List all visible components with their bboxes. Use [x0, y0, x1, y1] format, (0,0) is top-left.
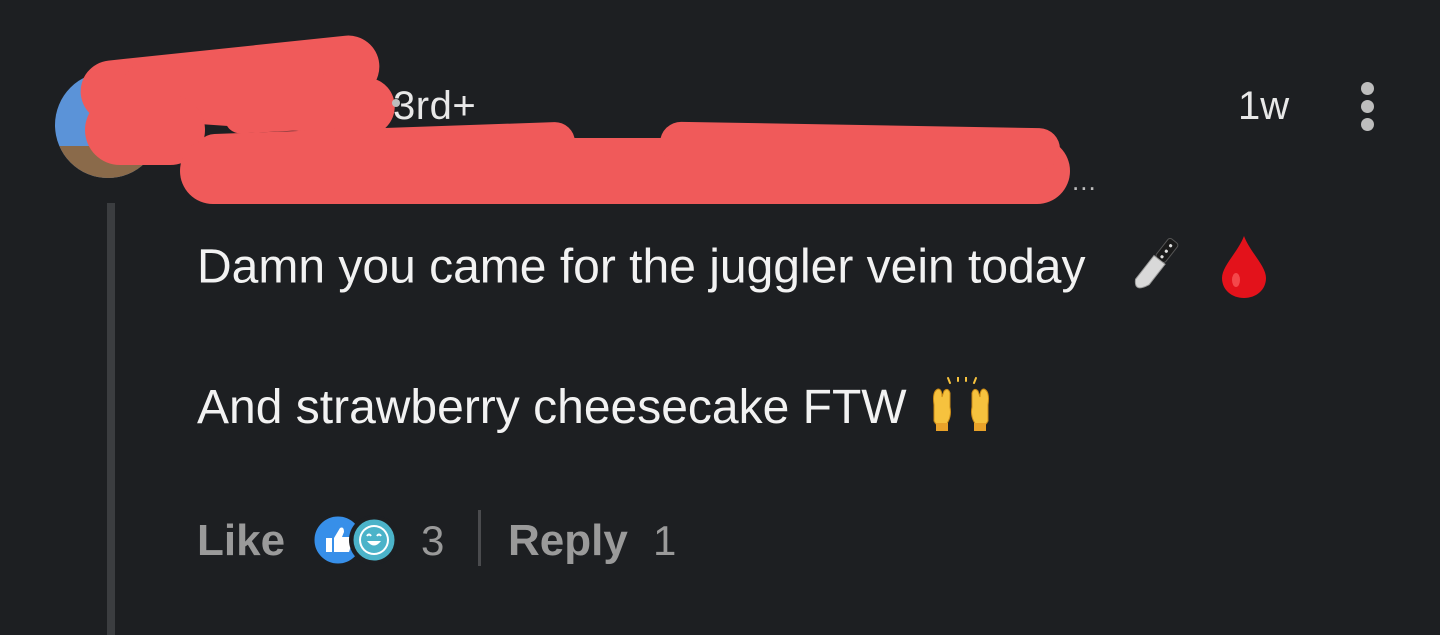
reply-button[interactable]: Reply — [508, 516, 628, 566]
comment-text: And strawberry cheesecake FTW — [197, 381, 907, 434]
like-button[interactable]: Like — [197, 516, 285, 566]
reply-count[interactable]: 1 — [653, 517, 676, 565]
more-dot-icon — [1361, 82, 1374, 95]
thread-line — [107, 203, 115, 635]
more-dot-icon — [1361, 118, 1374, 131]
comment-text-line-1: Damn you came for the juggler vein today — [197, 236, 1268, 302]
more-dot-icon — [1361, 100, 1374, 113]
reaction-count[interactable]: 3 — [421, 517, 444, 565]
comment-screen: 3rd+ ... 1w Damn you came for the juggle… — [0, 0, 1440, 635]
more-options-button[interactable] — [1354, 80, 1384, 134]
headline-ellipsis: ... — [1072, 166, 1097, 196]
raising-hands-icon — [932, 377, 989, 432]
comment-text-line-2: And strawberry cheesecake FTW — [197, 377, 994, 435]
smiling-face-icon — [349, 515, 399, 565]
drop-of-blood-icon — [1222, 236, 1267, 298]
reactions-summary[interactable] — [310, 512, 410, 568]
action-divider — [478, 510, 481, 566]
knife-icon — [1134, 238, 1179, 289]
comment-text: Damn you came for the juggler vein today — [197, 240, 1086, 294]
timestamp: 1w — [1238, 84, 1290, 128]
connection-degree: 3rd+ — [393, 84, 477, 128]
